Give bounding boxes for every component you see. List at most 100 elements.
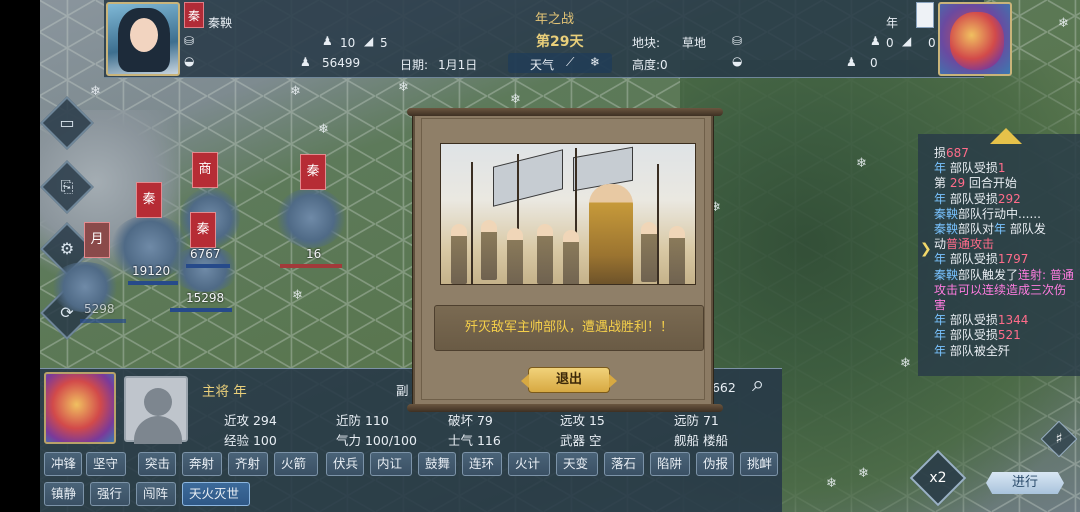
banner-yue[interactable]: 月: [84, 222, 110, 258]
unit-count: 15298: [186, 291, 225, 305]
skill-button[interactable]: 坚守: [86, 452, 126, 476]
skill-button[interactable]: 火计: [508, 452, 550, 476]
spear: [657, 164, 659, 284]
soldier-icon: ♟: [322, 34, 333, 48]
skill-button[interactable]: 挑衅: [740, 452, 778, 476]
scroll-icon: ⎘: [60, 177, 74, 196]
advance-button[interactable]: 进行: [986, 472, 1064, 494]
battle-title: 年之战: [535, 12, 575, 27]
soldier: [537, 224, 553, 284]
spear: [471, 162, 473, 284]
log-fragment: 普通攻击: [946, 237, 995, 252]
ship-icon: ◢: [902, 34, 912, 48]
banner-qin[interactable]: 秦: [190, 212, 216, 248]
unit-hp-bar: [280, 264, 342, 268]
right-general-name: 年: [886, 16, 899, 30]
stat-melee-def: 近防 110: [336, 413, 389, 428]
log-fragment: 521: [997, 328, 1021, 343]
skill-button[interactable]: 天火灭世: [182, 482, 250, 506]
unit-count: 16: [306, 247, 322, 261]
skill-button[interactable]: 突击: [138, 452, 176, 476]
skill-button[interactable]: 内讧: [370, 452, 412, 476]
collapse-arrow-icon[interactable]: ❯: [920, 241, 932, 257]
snowflake-icon: ❄: [826, 476, 837, 491]
snowflake-icon: ❄: [318, 122, 329, 137]
log-fragment: 年: [934, 343, 947, 358]
speed-label: x2: [929, 470, 947, 486]
banner-qin[interactable]: 秦: [136, 182, 162, 218]
log-line: 年 部队受损1797: [934, 252, 1074, 267]
skill-button[interactable]: 连环: [462, 452, 502, 476]
left-soldiers-b: 5: [380, 36, 388, 50]
skill-button[interactable]: 鼓舞: [418, 452, 456, 476]
screen-edge: [0, 0, 40, 512]
stat-melee-atk: 近攻 294: [224, 413, 277, 428]
skill-button[interactable]: 伪报: [696, 452, 734, 476]
skill-button[interactable]: 奔射: [182, 452, 222, 476]
date-value: 1月1日: [438, 58, 478, 72]
wind-icon: ⟋: [566, 55, 575, 69]
soldier: [641, 222, 657, 282]
left-general-portrait[interactable]: [106, 2, 180, 76]
left-general-name: 秦鞅: [208, 16, 233, 30]
log-fragment: 年: [994, 222, 1007, 237]
stat-weapon: 武器 空: [560, 433, 602, 448]
height-label: 高度:0: [632, 58, 668, 72]
stat-exp: 经验 100: [224, 433, 277, 448]
banner-qin[interactable]: 秦: [300, 154, 326, 190]
skill-button[interactable]: 天变: [556, 452, 598, 476]
log-fragment: 部队受损: [946, 191, 998, 206]
terrain-label: 地块:: [632, 36, 661, 50]
skill-button[interactable]: 镇静: [44, 482, 84, 506]
log-fragment: 秦鞅: [934, 206, 959, 221]
battle-log-lines: 损687 年 部队受损1 第 29 回合开始年 部队受损292 秦鞅部队行动中....…: [934, 146, 1074, 359]
soldier: [563, 230, 579, 284]
commander-name: 主将 年: [202, 384, 247, 400]
banner-shang[interactable]: 商: [192, 152, 218, 188]
log-fragment: 部队触发了: [958, 267, 1019, 282]
unit-sprite[interactable]: [276, 188, 346, 248]
soldier: [451, 224, 467, 284]
skill-button[interactable]: 冲锋: [44, 452, 82, 476]
log-line: 动普通攻击: [934, 237, 1074, 252]
battle-log[interactable]: ❯ 损687 年 部队受损1 第 29 回合开始年 部队受损292 秦鞅部队行动中..…: [918, 128, 1080, 376]
skill-button[interactable]: 闯阵: [136, 482, 176, 506]
troops-icon: ♟: [300, 55, 311, 69]
log-fragment: 部队发: [1006, 222, 1046, 237]
log-fragment: 年: [934, 313, 947, 328]
day-counter: 第29天: [536, 34, 584, 50]
skill-button[interactable]: 伏兵: [326, 452, 364, 476]
left-soldiers-a: 10: [340, 36, 356, 50]
general-figure: [589, 184, 633, 284]
stat-ranged-atk: 远攻 15: [560, 413, 605, 428]
food-icon: ⛁: [732, 34, 743, 48]
commander-portrait[interactable]: [44, 372, 116, 444]
log-fragment: 损: [934, 146, 947, 160]
log-fragment: 部队对: [958, 222, 995, 237]
unit-hp-bar: [170, 308, 232, 312]
silhouette: [134, 416, 182, 444]
deputy-portrait[interactable]: [124, 376, 188, 444]
victory-message: 歼灭敌军主帅部队，遭遇战胜利！！: [434, 305, 704, 351]
victory-illustration: [440, 143, 696, 285]
skill-button[interactable]: 强行: [90, 482, 130, 506]
snowflake-icon: ❄: [292, 288, 303, 303]
snowflake-icon: ❄: [90, 84, 101, 99]
left-troops: 56499: [322, 56, 361, 70]
right-general-portrait[interactable]: [938, 2, 1012, 76]
skill-button[interactable]: 落石: [604, 452, 644, 476]
scroll-rod: [407, 108, 723, 116]
log-fragment: 292: [997, 191, 1021, 206]
scroll-up-arrow-icon[interactable]: [990, 128, 1022, 144]
exit-button[interactable]: 退出: [521, 367, 617, 393]
zoom-icon[interactable]: ⌕: [752, 372, 764, 397]
skill-button[interactable]: 齐射: [228, 452, 268, 476]
soldier: [669, 226, 685, 284]
face: [130, 18, 158, 52]
skill-button[interactable]: 陷阱: [650, 452, 690, 476]
skill-button[interactable]: 火箭: [274, 452, 318, 476]
deputy-label: 副: [396, 383, 409, 398]
log-fragment: 回合开始: [965, 176, 1017, 191]
ship-icon: ◢: [364, 34, 374, 48]
unit-count: 5298: [84, 302, 115, 316]
